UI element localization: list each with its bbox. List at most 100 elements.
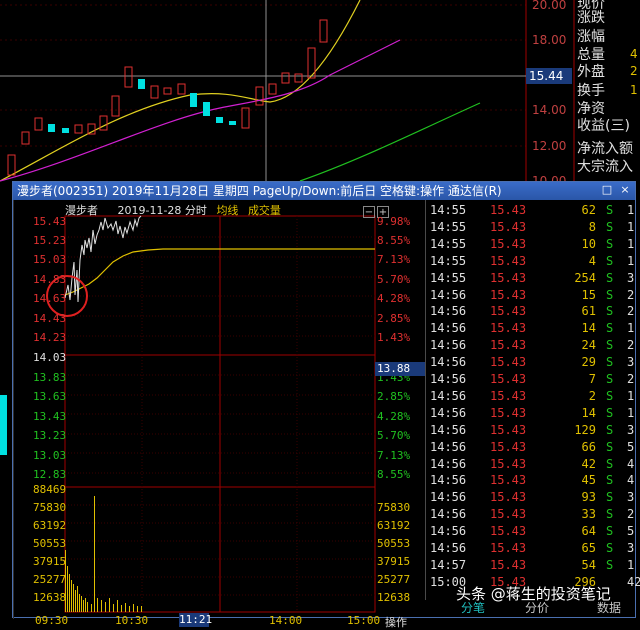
trade-side: S bbox=[606, 287, 614, 302]
trade-row[interactable]: 14:56 15.43 45 S 4 bbox=[426, 472, 638, 489]
quote-value-turnover: 1 bbox=[630, 83, 638, 97]
volume-tick: 37915 bbox=[33, 555, 67, 568]
trade-row[interactable]: 14:55 15.43 4 S 1 bbox=[426, 253, 638, 270]
trade-side: S bbox=[606, 270, 614, 285]
trade-side: S bbox=[606, 422, 614, 437]
trade-price: 15.43 bbox=[490, 203, 527, 217]
volume-tick: 12638 bbox=[377, 591, 411, 604]
restore-button[interactable]: □ bbox=[601, 184, 613, 196]
trade-volume: 45 bbox=[581, 473, 596, 488]
trade-row[interactable]: 14:56 15.43 14 S 1 bbox=[426, 405, 638, 422]
time-tick: 10:30 bbox=[115, 614, 149, 627]
trade-time: 14:56 bbox=[430, 439, 467, 454]
trade-side: S bbox=[606, 456, 614, 471]
intraday-chart[interactable]: 漫步者 2019-11-28 分时 均线 成交量 − + 15.43 15.23… bbox=[13, 200, 425, 629]
trade-price: 15.43 bbox=[490, 473, 527, 488]
trade-side: S bbox=[606, 372, 614, 386]
trade-time: 14:56 bbox=[430, 456, 467, 471]
trade-count: 1 bbox=[627, 388, 635, 403]
trade-row[interactable]: 14:57 15.43 54 S 1 bbox=[426, 557, 638, 574]
close-button[interactable]: × bbox=[619, 184, 631, 196]
trade-price: 15.43 bbox=[490, 355, 527, 370]
trade-volume: 24 bbox=[581, 338, 596, 353]
trade-row[interactable]: 14:56 15.43 29 S 3 bbox=[426, 354, 638, 371]
trade-side: S bbox=[606, 524, 614, 539]
price-tick: 13.43 bbox=[33, 410, 67, 423]
price-tick: 14.43 bbox=[33, 312, 67, 325]
pct-tick: 5.70% bbox=[377, 429, 411, 442]
pct-tick: 1.43% bbox=[377, 331, 411, 344]
chart-minus-button[interactable]: − bbox=[363, 206, 375, 218]
trade-row[interactable]: 14:56 15.43 15 S 2 bbox=[426, 287, 638, 304]
trade-price: 15.43 bbox=[490, 388, 527, 403]
trade-count: 1 bbox=[627, 203, 635, 217]
price-tick: 14.83 bbox=[33, 273, 67, 286]
trade-side: S bbox=[606, 439, 614, 454]
price-tick: 15.43 bbox=[33, 215, 67, 228]
trade-count: 1 bbox=[627, 253, 635, 268]
price-tick-prev-close: 14.03 bbox=[33, 351, 67, 364]
trade-volume: 62 bbox=[581, 203, 596, 217]
trade-volume: 65 bbox=[581, 541, 596, 555]
trade-row[interactable]: 14:56 15.43 61 S 2 bbox=[426, 303, 638, 320]
trade-row[interactable]: 14:56 15.43 33 S 2 bbox=[426, 506, 638, 523]
trade-price: 15.43 bbox=[490, 557, 527, 572]
trade-row[interactable]: 14:55 15.43 254 S 3 bbox=[426, 270, 638, 287]
trade-count: 2 bbox=[627, 507, 635, 522]
trade-volume: 42 bbox=[581, 456, 596, 471]
trade-row[interactable]: 14:56 15.43 2 S 1 bbox=[426, 388, 638, 405]
trade-row[interactable]: 14:55 15.43 62 S 1 bbox=[426, 202, 638, 219]
trade-row[interactable]: 14:55 15.43 10 S 1 bbox=[426, 236, 638, 253]
trade-price: 15.43 bbox=[490, 219, 527, 234]
trade-time: 14:56 bbox=[430, 541, 467, 555]
pct-tick: 2.85% bbox=[377, 312, 411, 325]
trade-row[interactable]: 14:56 15.43 93 S 3 bbox=[426, 489, 638, 506]
tick-trade-list[interactable]: 14:55 15.43 62 S 1 14:55 15.43 8 S 1 14:55 15.43 10 S… bbox=[425, 200, 640, 600]
bg-price-tick: 18.00 bbox=[532, 33, 567, 47]
trade-row[interactable]: 14:56 15.43 66 S 5 bbox=[426, 439, 638, 456]
trade-time: 14:56 bbox=[430, 524, 467, 539]
trade-side: S bbox=[606, 321, 614, 336]
volume-legend: 成交量 bbox=[247, 204, 281, 217]
trade-count: 2 bbox=[627, 338, 635, 353]
trade-side: S bbox=[606, 557, 614, 572]
trade-side: S bbox=[606, 507, 614, 522]
trade-row[interactable]: 14:56 15.43 24 S 2 bbox=[426, 337, 638, 354]
pct-tick: 4.28% bbox=[377, 410, 411, 423]
trade-row[interactable]: 14:55 15.43 8 S 1 bbox=[426, 219, 638, 236]
trade-volume: 14 bbox=[581, 405, 596, 420]
trade-row[interactable]: 14:56 15.43 7 S 2 bbox=[426, 371, 638, 388]
watermark: 头条 @蒋生的投资笔记 bbox=[456, 585, 611, 603]
trade-volume: 54 bbox=[581, 557, 596, 572]
window-title[interactable]: 漫步者(002351) 2019年11月28日 星期四 PageUp/Down:… bbox=[13, 182, 635, 200]
trade-count: 4 bbox=[627, 456, 635, 471]
trade-time: 14:56 bbox=[430, 473, 467, 488]
trade-row[interactable]: 14:56 15.43 64 S 5 bbox=[426, 523, 638, 540]
trade-row[interactable]: 14:56 15.43 129 S 3 bbox=[426, 422, 638, 439]
pct-tick: 8.55% bbox=[377, 234, 411, 247]
trade-row[interactable]: 14:56 15.43 65 S 3 bbox=[426, 540, 638, 557]
trade-volume: 93 bbox=[581, 490, 596, 505]
trade-time: 14:57 bbox=[430, 557, 467, 572]
bg-price-tick: 14.00 bbox=[532, 103, 567, 117]
trade-time: 14:56 bbox=[430, 355, 467, 370]
crosshair-price-label: 15.44 bbox=[526, 68, 572, 84]
current-price-tag: 13.88 bbox=[375, 362, 425, 376]
quote-label-turnover: 换手 bbox=[577, 83, 605, 99]
price-tick: 14.23 bbox=[33, 331, 67, 344]
trade-side: S bbox=[606, 338, 614, 353]
trade-row[interactable]: 14:56 15.43 42 S 4 bbox=[426, 456, 638, 473]
operations-button[interactable]: 操作 bbox=[385, 614, 407, 630]
trade-count: 3 bbox=[627, 355, 635, 370]
pct-tick: 5.70% bbox=[377, 273, 411, 286]
trade-price: 15.43 bbox=[490, 456, 527, 471]
trade-time: 14:55 bbox=[430, 270, 467, 285]
trade-price: 15.43 bbox=[490, 236, 527, 251]
chart-header: 漫步者 2019-11-28 分时 均线 成交量 bbox=[65, 202, 281, 218]
intraday-detail-window[interactable]: 漫步者(002351) 2019年11月28日 星期四 PageUp/Down:… bbox=[12, 181, 640, 629]
trade-row[interactable]: 14:56 15.43 14 S 1 bbox=[426, 320, 638, 337]
trade-volume: 254 bbox=[574, 270, 596, 285]
volume-tick: 63192 bbox=[33, 519, 67, 532]
pct-tick: 2.85% bbox=[377, 390, 411, 403]
trade-side: S bbox=[606, 236, 614, 251]
